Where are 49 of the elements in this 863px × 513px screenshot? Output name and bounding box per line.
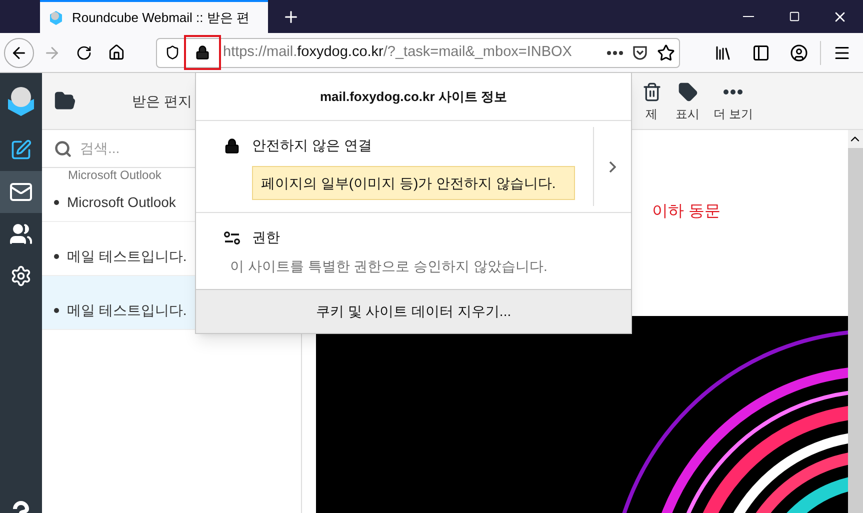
url-text: https://mail.foxydog.co.kr/?_task=mail&_mbox=INBOX	[223, 42, 572, 62]
connection-label: 안전하지 않은 연결	[252, 136, 372, 155]
search-field[interactable]: 검색...	[80, 138, 200, 159]
home-icon	[108, 44, 124, 61]
note-text: 이하 동문	[652, 203, 720, 220]
site-info-button[interactable]	[184, 35, 221, 70]
help-icon[interactable]	[12, 501, 30, 513]
settings-icon	[10, 265, 32, 287]
toolbar-button[interactable]: 제	[642, 82, 662, 123]
nav-item[interactable]	[0, 171, 42, 213]
cube-logo-icon	[48, 10, 64, 26]
shield-icon	[165, 45, 180, 60]
toolbar-button[interactable]: 표시	[676, 82, 700, 123]
maximize-icon	[788, 11, 800, 22]
permissions-label: 권한	[252, 228, 280, 247]
message-subject: 메일 테스트입니다.	[67, 247, 187, 266]
insecure-lock-icon	[224, 138, 240, 154]
scrollbar-thumb[interactable]	[848, 148, 863, 513]
mail-icon	[9, 180, 33, 204]
address-bar[interactable]: https://mail.foxydog.co.kr/?_task=mail&_mbox=INBOX	[156, 38, 680, 68]
message-subject: Microsoft Outlook	[67, 193, 176, 212]
tag-icon	[678, 82, 698, 102]
contacts-icon	[9, 222, 33, 246]
warning-message: 페이지의 일부(이미지 등)가 안전하지 않습니다.	[252, 166, 575, 200]
back-button[interactable]	[4, 38, 34, 68]
star-icon[interactable]	[657, 44, 675, 62]
chevron-right-icon	[609, 160, 616, 172]
library-icon[interactable]	[714, 44, 732, 62]
permissions-icon	[224, 230, 240, 244]
tab-title: Roundcube Webmail :: 받은 편	[72, 8, 250, 27]
search-icon	[54, 140, 72, 158]
logo-icon	[6, 85, 36, 117]
folder-title: 받은 편지	[132, 92, 192, 110]
panel-title: mail.foxydog.co.kr 사이트 정보	[320, 88, 508, 106]
clear-data-button[interactable]: 쿠키 및 사이트 데이터 지우기...	[196, 289, 631, 333]
more-icon	[723, 89, 744, 95]
pocket-icon[interactable]	[631, 44, 649, 62]
reload-icon	[76, 44, 92, 60]
sidebar-icon[interactable]	[752, 44, 770, 62]
folder-icon[interactable]	[54, 90, 76, 112]
toolbar-button[interactable]: 더 보기	[714, 82, 753, 123]
minimize-icon	[742, 16, 754, 17]
message-subject: 메일 테스트입니다.	[67, 301, 187, 320]
insecure-lock-icon	[195, 45, 210, 60]
account-icon[interactable]	[790, 44, 808, 62]
more-icon[interactable]	[607, 50, 623, 54]
compose-icon	[10, 139, 32, 161]
browser-tab[interactable]: Roundcube Webmail :: 받은 편	[40, 0, 268, 33]
trash-icon	[642, 82, 662, 102]
